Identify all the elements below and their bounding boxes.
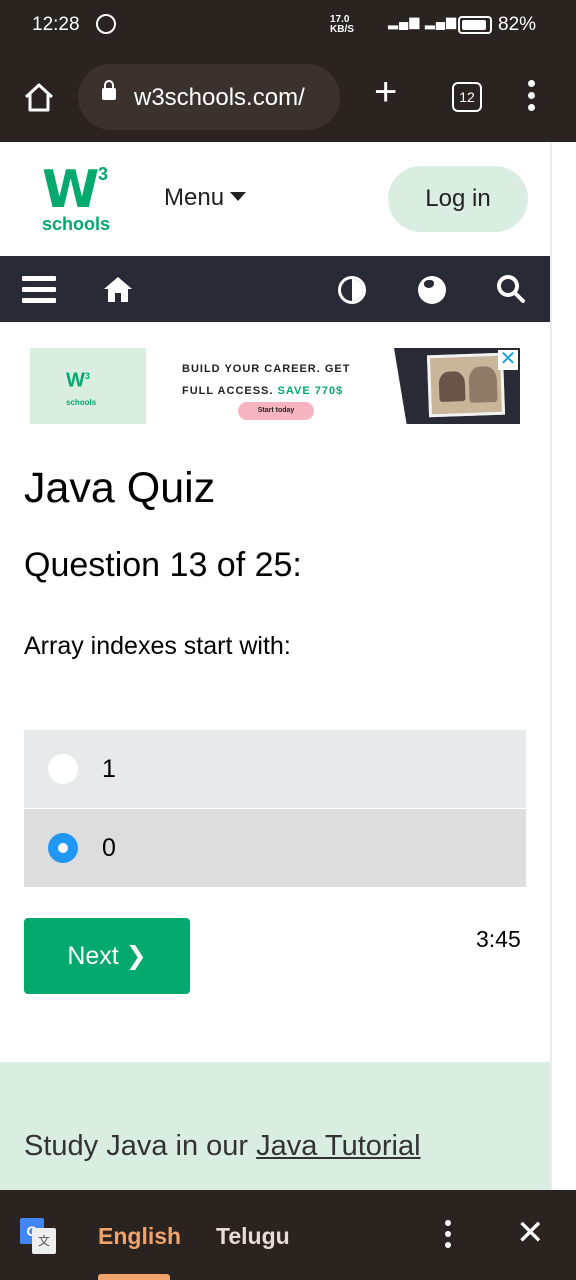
new-tab-button[interactable]: + [374,72,397,112]
whatsapp-icon [96,14,116,34]
quiz-timer: 3:45 [476,926,521,952]
contrast-toggle-icon[interactable] [338,276,366,304]
next-button[interactable]: Next ❯ [24,918,190,994]
network-speed-unit: KB/S [330,24,354,35]
ad-line-1: BUILD YOUR CAREER. GET [182,363,351,375]
home-icon[interactable] [102,274,134,304]
selected-tab-indicator [98,1274,170,1280]
menu-dropdown[interactable]: Menu [164,184,247,212]
quiz-option-0[interactable]: 0 [24,809,526,887]
radio-button-checked[interactable] [48,833,78,863]
site-header: W 3 schools Menu Log in [0,142,552,256]
address-bar[interactable]: w3schools.com/ [78,64,340,130]
ad-banner[interactable]: W3 schools BUILD YOUR CAREER. GET FULL AC… [30,348,520,424]
ad-logo-sup: 3 [84,371,90,381]
browser-menu-icon[interactable] [524,80,538,114]
ad-close-icon[interactable]: ✕ [498,349,518,370]
logo-superscript: 3 [98,164,109,184]
ad-line-2: FULL ACCESS. [182,385,274,397]
status-time: 12:28 [32,14,80,35]
content-divider [550,142,552,1192]
question-number: Question 13 of 25: [24,546,302,584]
logo-w-mark: W [42,160,100,220]
page-title: Java Quiz [24,464,216,512]
ad-text: BUILD YOUR CAREER. GET FULL ACCESS. SAVE… [182,358,350,402]
java-tutorial-link[interactable]: Java Tutorial [256,1130,420,1162]
question-text: Array indexes start with: [24,632,291,660]
url-text: w3schools.com/ [134,84,305,111]
battery-icon [458,16,492,34]
globe-icon[interactable] [418,276,446,304]
w3schools-logo[interactable]: W 3 schools [38,164,118,236]
translate-bar: G文 English Telugu ✕ [0,1190,576,1280]
language-tab-english[interactable]: English [98,1223,181,1250]
lock-icon [102,80,116,100]
home-icon[interactable] [22,80,56,114]
language-tab-telugu[interactable]: Telugu [216,1223,290,1250]
status-bar: 12:28 17.0 KB/S ▂▄▆ ▂▄▆ 82% [0,0,576,52]
study-text: Study Java in our Java Tutorial [24,1130,421,1163]
option-label: 1 [102,755,116,783]
radio-button[interactable] [48,754,78,784]
translate-close-icon[interactable]: ✕ [516,1216,545,1250]
signal-icon: ▂▄▆ ▂▄▆ [388,14,458,29]
network-speed: 17.0 KB/S [330,15,354,35]
caret-down-icon [230,192,247,201]
browser-toolbar: w3schools.com/ + 12 [0,52,576,142]
login-button[interactable]: Log in [388,166,528,232]
study-prefix: Study Java in our [24,1130,257,1162]
study-section: Study Java in our Java Tutorial [0,1062,550,1192]
option-label: 0 [102,834,116,862]
search-icon[interactable] [496,274,526,304]
ad-start-button[interactable]: Start today [238,402,314,420]
logo-text: schools [42,214,111,234]
quiz-option-1[interactable]: 1 [24,730,526,808]
google-translate-icon[interactable]: G文 [20,1218,58,1256]
menu-label: Menu [164,184,225,211]
ad-logo: W3 schools [66,366,96,413]
tab-switcher-button[interactable]: 12 [452,82,482,112]
ad-save-text: SAVE 770$ [277,385,344,397]
hamburger-menu-icon[interactable] [22,276,56,304]
ad-logo-text: schools [66,397,97,407]
battery-percent: 82% [498,14,537,35]
nav-bar [0,256,552,322]
ad-photo [426,352,506,418]
translate-more-icon[interactable] [442,1220,454,1250]
